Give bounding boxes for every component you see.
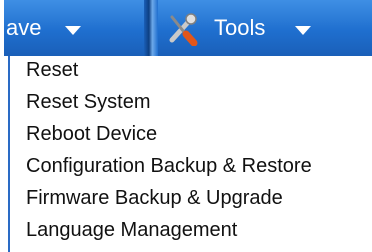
menubar-left-edge bbox=[0, 0, 4, 56]
tools-dropdown-menu: Reset Reset System Reboot Device Configu… bbox=[8, 56, 372, 252]
save-menu-label: ave bbox=[6, 15, 42, 40]
menu-item-firmware-backup-upgrade[interactable]: Firmware Backup & Upgrade bbox=[26, 184, 283, 212]
tools-icon bbox=[169, 13, 198, 46]
save-menu[interactable]: ave bbox=[6, 0, 118, 56]
menu-item-reset-system[interactable]: Reset System bbox=[26, 88, 150, 116]
tools-menu-label: Tools bbox=[214, 15, 266, 40]
caret-down-icon bbox=[65, 25, 82, 35]
menu-item-reset[interactable]: Reset bbox=[26, 56, 78, 84]
tools-menu[interactable]: Tools bbox=[164, 0, 372, 56]
menu-item-reboot-device[interactable]: Reboot Device bbox=[26, 120, 157, 148]
caret-down-icon bbox=[295, 25, 312, 35]
menu-item-configuration-backup-restore[interactable]: Configuration Backup & Restore bbox=[26, 152, 312, 180]
menubar-separator bbox=[144, 0, 158, 56]
menubar: ave Tools bbox=[0, 0, 372, 56]
menu-item-language-management[interactable]: Language Management bbox=[26, 216, 237, 244]
